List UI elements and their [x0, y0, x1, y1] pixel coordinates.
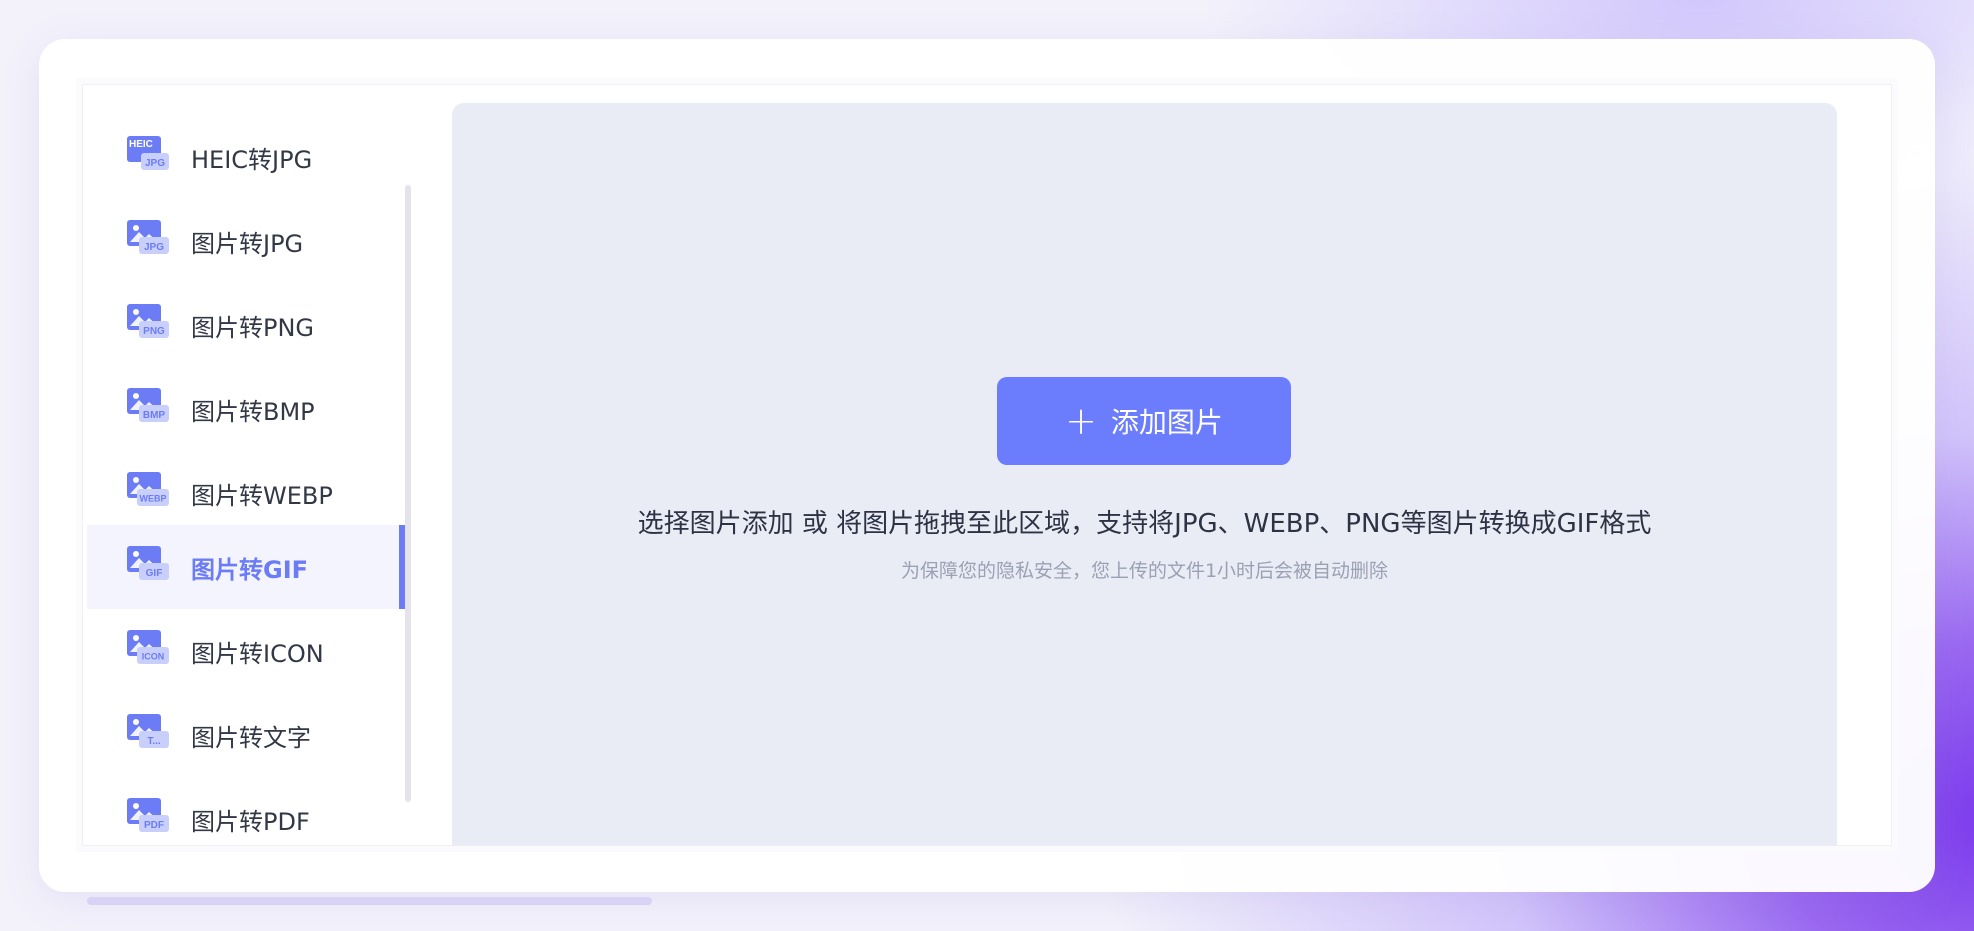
image-gif-icon: GIF [127, 546, 169, 580]
upload-dropzone[interactable] [452, 103, 1837, 846]
sidebar-item-image-to-gif[interactable]: GIF 图片转GIF [87, 525, 405, 609]
sidebar-item-image-to-jpg[interactable]: JPG 图片转JPG [87, 199, 405, 283]
sidebar-item-label: 图片转文字 [191, 723, 311, 752]
conversion-sidebar: HEIC JPG HEIC转JPG JPG 图片转JPG PNG 图片转PNG [87, 115, 413, 852]
svg-text:WEBP: WEBP [140, 494, 167, 504]
sidebar-item-label: 图片转JPG [191, 229, 304, 258]
svg-text:GIF: GIF [146, 568, 163, 579]
sidebar-item-image-to-pdf[interactable]: PDF 图片转PDF [87, 777, 405, 852]
image-jpg-icon: JPG [127, 220, 169, 254]
plus-icon: + [1065, 399, 1097, 443]
svg-text:JPG: JPG [144, 242, 164, 253]
sidebar-item-label: 图片转PNG [191, 313, 315, 342]
sidebar-item-image-to-bmp[interactable]: BMP 图片转BMP [87, 367, 405, 451]
svg-text:T...: T... [147, 736, 161, 747]
image-bmp-icon: BMP [127, 388, 169, 422]
svg-text:ICON: ICON [142, 652, 165, 662]
svg-text:BMP: BMP [143, 410, 166, 421]
image-webp-icon: WEBP [127, 472, 169, 506]
privacy-note: 为保障您的隐私安全，您上传的文件1小时后会被自动删除 [900, 560, 1389, 582]
image-png-icon: PNG [127, 304, 169, 338]
upload-instructions: 选择图片添加 或 将图片拖拽至此区域，支持将JPG、WEBP、PNG等图片转换成… [637, 509, 1652, 539]
sidebar-item-image-to-png[interactable]: PNG 图片转PNG [87, 283, 405, 367]
image-text-icon: T... [127, 714, 169, 748]
sidebar-item-label: 图片转ICON [191, 639, 324, 668]
sidebar-item-image-to-webp[interactable]: WEBP 图片转WEBP [87, 451, 405, 535]
svg-text:PNG: PNG [143, 326, 165, 337]
sidebar-item-label: HEIC转JPG [191, 145, 313, 174]
sidebar-item-image-to-text[interactable]: T... 图片转文字 [87, 693, 405, 777]
sidebar-item-label: 图片转GIF [191, 555, 309, 584]
sidebar-item-image-to-icon[interactable]: ICON 图片转ICON [87, 609, 405, 693]
sidebar-item-label: 图片转PDF [191, 807, 310, 836]
add-image-button[interactable]: + 添加图片 [997, 377, 1291, 465]
svg-text:PDF: PDF [144, 820, 164, 831]
horizontal-scrollbar[interactable] [87, 897, 652, 905]
svg-text:HEIC: HEIC [129, 139, 153, 150]
image-icon-format-icon: ICON [127, 630, 169, 664]
svg-text:JPG: JPG [145, 158, 165, 169]
image-pdf-icon: PDF [127, 798, 169, 832]
sidebar-item-heic-to-jpg[interactable]: HEIC JPG HEIC转JPG [87, 115, 405, 199]
heic-jpg-icon: HEIC JPG [127, 136, 169, 170]
sidebar-item-label: 图片转WEBP [191, 481, 333, 510]
add-image-label: 添加图片 [1110, 406, 1223, 439]
sidebar-item-label: 图片转BMP [191, 397, 315, 426]
sidebar-scrollbar[interactable] [405, 185, 411, 802]
